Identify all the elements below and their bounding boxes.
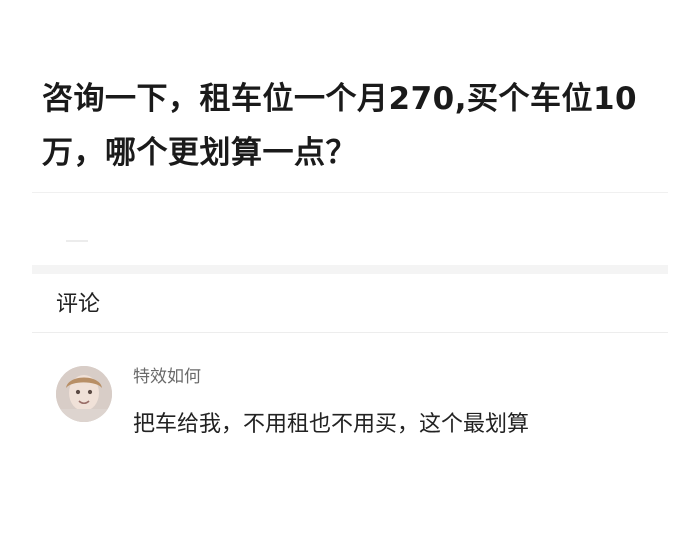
user-avatar-icon[interactable] <box>56 366 112 422</box>
comment-author[interactable]: 特效如何 <box>133 364 201 390</box>
comments-divider <box>32 332 668 333</box>
comment-item: 特效如何 把车给我，不用租也不用买，这个最划算 <box>56 360 668 460</box>
question-title: 咨询一下，租车位一个月270,买个车位10万，哪个更划算一点？ <box>42 81 638 171</box>
section-divider <box>32 265 668 274</box>
comments-heading: 评论 <box>56 292 101 317</box>
faint-divider-mark <box>66 240 88 242</box>
question-card: 咨询一下，租车位一个月270,买个车位10万，哪个更划算一点？ <box>32 30 668 193</box>
comment-text: 把车给我，不用租也不用买，这个最划算 <box>133 412 530 437</box>
